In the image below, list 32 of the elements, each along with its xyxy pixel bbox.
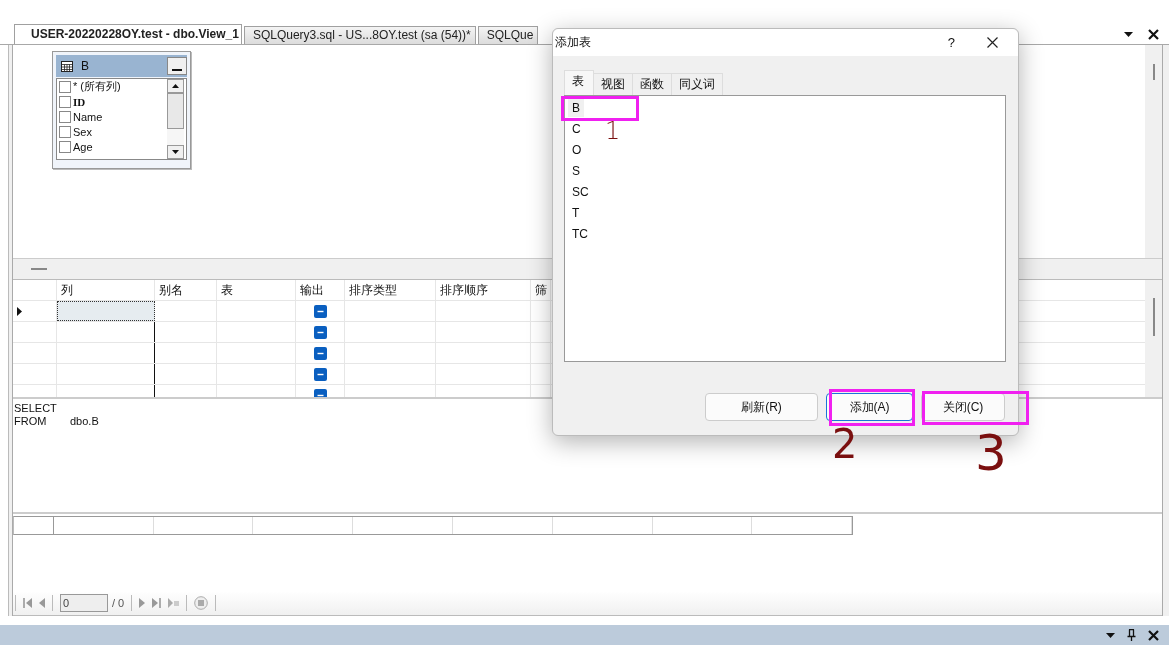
document-tab[interactable]: USER-20220228OY.test - dbo.View_1 — [14, 24, 242, 44]
dialog-title: 添加表 — [555, 34, 592, 51]
tab[interactable]: 表 — [564, 70, 594, 95]
table-card[interactable]: B * (所有列) ID Name Sex Age — [52, 51, 191, 169]
page-number-field[interactable]: 0 — [60, 594, 108, 612]
handwritten-number: 1 — [605, 119, 621, 143]
button[interactable]: 刷新(R) — [705, 393, 818, 421]
handwritten-number: 2 — [832, 424, 858, 464]
sql-text: dbo.B — [70, 414, 99, 428]
column-name: Name — [73, 110, 103, 123]
help-button[interactable]: ? — [947, 35, 955, 50]
tab[interactable]: 同义词 — [671, 73, 723, 95]
button[interactable]: 关闭(C) — [921, 393, 1005, 421]
document-tab[interactable]: SQLQue — [477, 26, 539, 44]
column-header[interactable]: 筛 — [531, 280, 551, 301]
column-header[interactable]: 排序顺序 — [436, 280, 531, 301]
column-name: Age — [73, 140, 93, 153]
column-name: Sex — [73, 125, 92, 138]
column-header[interactable]: 排序类型 — [345, 280, 436, 301]
button[interactable]: 添加(A) — [826, 393, 913, 421]
column-name: * (所有列) — [73, 79, 121, 94]
sql-keyword: SELECT — [14, 401, 58, 415]
column-header[interactable]: 表 — [217, 280, 296, 301]
handwritten-number: 3 — [975, 428, 1007, 478]
column-name: ID — [73, 95, 86, 108]
column-header[interactable]: 别名 — [155, 280, 217, 301]
page-count: / 0 — [112, 597, 125, 609]
sql-keyword: FROM — [14, 414, 48, 428]
column-header[interactable]: 列 — [57, 280, 155, 301]
document-tab[interactable]: SQLQuery3.sql - US...8OY.test (sa (54))* — [243, 26, 476, 44]
column-header[interactable]: 输出 — [296, 280, 345, 301]
table-title: B — [81, 59, 89, 73]
